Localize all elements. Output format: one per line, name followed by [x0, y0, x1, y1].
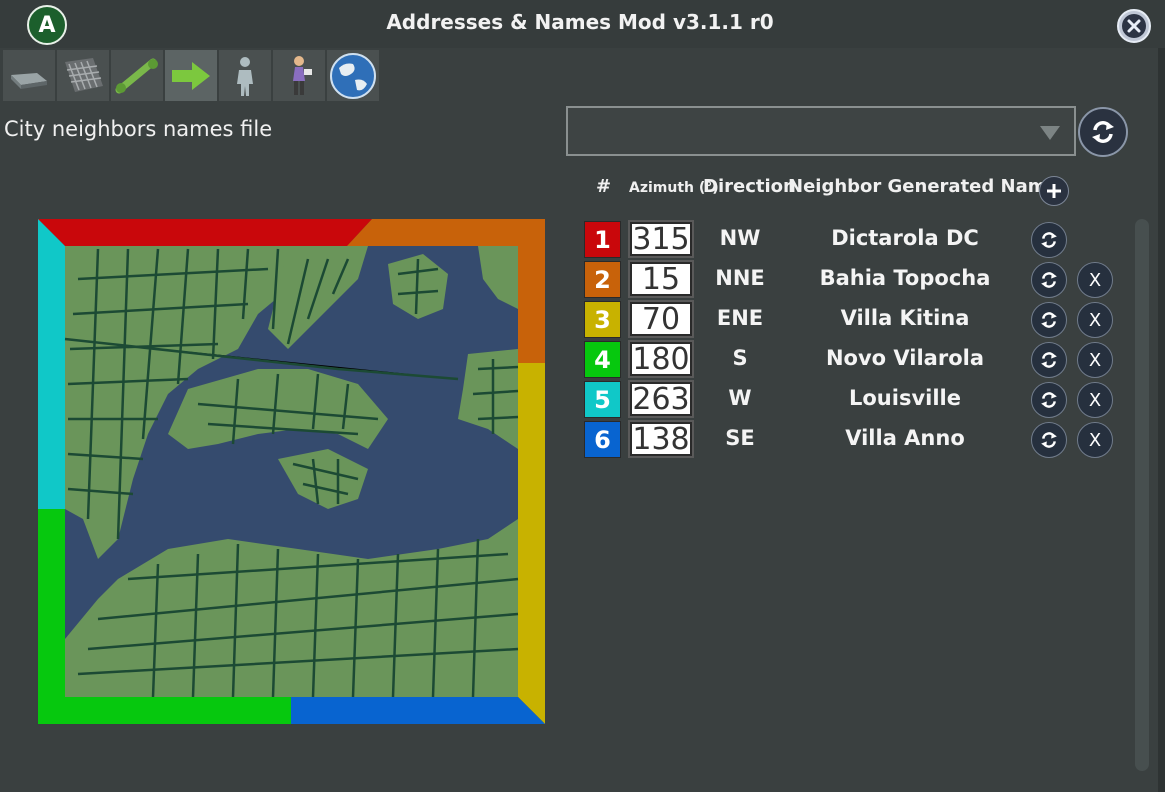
- globe-tab-icon: [330, 52, 376, 99]
- table-row: 6 138 SE Villa Anno X: [0, 419, 1165, 459]
- delete-neighbor-button[interactable]: X: [1077, 302, 1113, 338]
- row-index: 2: [584, 261, 621, 298]
- tab-connection[interactable]: [111, 50, 163, 101]
- reload-icon: [1041, 312, 1057, 328]
- azimuth-input[interactable]: 263: [628, 380, 694, 418]
- tool-tabs: [3, 50, 379, 101]
- plus-icon: [1047, 184, 1061, 198]
- regenerate-name-button[interactable]: [1031, 262, 1067, 298]
- azimuth-input[interactable]: 315: [628, 220, 694, 258]
- neighbors-arrow-tab-icon: [172, 61, 210, 90]
- azimuth-input[interactable]: 180: [628, 340, 694, 378]
- person-tab-icon: [293, 55, 312, 95]
- dropdown-arrow-icon: [1040, 126, 1060, 140]
- tab-neighbors[interactable]: [165, 50, 217, 101]
- reload-icon: [1092, 121, 1114, 143]
- tab-citizen[interactable]: [219, 50, 271, 101]
- regenerate-name-button[interactable]: [1031, 342, 1067, 378]
- tab-globe[interactable]: [327, 50, 379, 101]
- reload-icon: [1041, 272, 1057, 288]
- row-neighbor-name: Villa Kitina: [840, 306, 970, 330]
- row-index: 6: [584, 421, 621, 458]
- header-direction: Direction: [703, 176, 796, 197]
- row-index: 5: [584, 381, 621, 418]
- table-row: 4 180 S Novo Vilarola X: [0, 339, 1165, 379]
- row-direction: ENE: [716, 306, 764, 330]
- tab-road[interactable]: [3, 50, 55, 101]
- file-selector-label: City neighbors names file: [4, 117, 273, 141]
- row-index: 4: [584, 341, 621, 378]
- row-neighbor-name: Villa Anno: [845, 426, 965, 450]
- tab-person[interactable]: [273, 50, 325, 101]
- row-direction: SE: [725, 426, 755, 450]
- delete-neighbor-button[interactable]: X: [1077, 342, 1113, 378]
- reload-icon: [1041, 432, 1057, 448]
- row-index: 3: [584, 301, 621, 338]
- regenerate-name-button[interactable]: [1031, 302, 1067, 338]
- add-neighbor-button[interactable]: [1039, 176, 1069, 206]
- table-row: 1 315 NW Dictarola DC: [0, 219, 1165, 259]
- title-bar: A Addresses & Names Mod v3.1.1 r0: [0, 0, 1165, 48]
- delete-neighbor-button[interactable]: X: [1077, 382, 1113, 418]
- regenerate-name-button[interactable]: [1031, 382, 1067, 418]
- row-direction: NW: [719, 226, 761, 250]
- close-button[interactable]: [1117, 9, 1151, 43]
- regenerate-name-button[interactable]: [1031, 422, 1067, 458]
- row-direction: NNE: [715, 266, 765, 290]
- window-title: Addresses & Names Mod v3.1.1 r0: [386, 10, 774, 34]
- reload-icon: [1041, 352, 1057, 368]
- connection-tab-icon: [115, 58, 158, 93]
- reload-files-button[interactable]: [1078, 107, 1128, 157]
- table-row: 5 263 W Louisville X: [0, 379, 1165, 419]
- window-edge: [1158, 48, 1165, 792]
- table-row: 3 70 ENE Villa Kitina X: [0, 299, 1165, 339]
- row-direction: W: [728, 386, 752, 410]
- row-direction: S: [732, 346, 748, 370]
- row-neighbor-name: Dictarola DC: [831, 226, 979, 250]
- close-x-icon: [1122, 14, 1146, 38]
- table-row: 2 15 NNE Bahia Topocha X: [0, 259, 1165, 299]
- tab-buildings[interactable]: [57, 50, 109, 101]
- sector-se: [291, 697, 545, 724]
- logo-letter: A: [38, 12, 56, 38]
- delete-neighbor-button[interactable]: X: [1077, 262, 1113, 298]
- azimuth-input[interactable]: 70: [628, 300, 694, 338]
- row-neighbor-name: Novo Vilarola: [825, 346, 985, 370]
- header-index: #: [596, 176, 612, 197]
- delete-neighbor-button[interactable]: X: [1077, 422, 1113, 458]
- reload-icon: [1041, 232, 1057, 248]
- buildings-tab-icon: [65, 57, 103, 92]
- table-scrollbar[interactable]: [1135, 219, 1149, 771]
- azimuth-input[interactable]: 138: [628, 420, 694, 458]
- header-neighbor-name: Neighbor Generated Name: [788, 176, 1059, 197]
- regenerate-name-button[interactable]: [1031, 222, 1067, 258]
- reload-icon: [1041, 392, 1057, 408]
- mod-logo-icon: A: [27, 5, 67, 45]
- row-index: 1: [584, 221, 621, 258]
- citizen-tab-icon: [237, 56, 253, 96]
- road-tab-icon: [11, 72, 47, 89]
- names-file-dropdown[interactable]: [566, 106, 1076, 156]
- row-neighbor-name: Louisville: [849, 386, 961, 410]
- azimuth-input[interactable]: 15: [628, 260, 694, 298]
- row-neighbor-name: Bahia Topocha: [819, 266, 991, 290]
